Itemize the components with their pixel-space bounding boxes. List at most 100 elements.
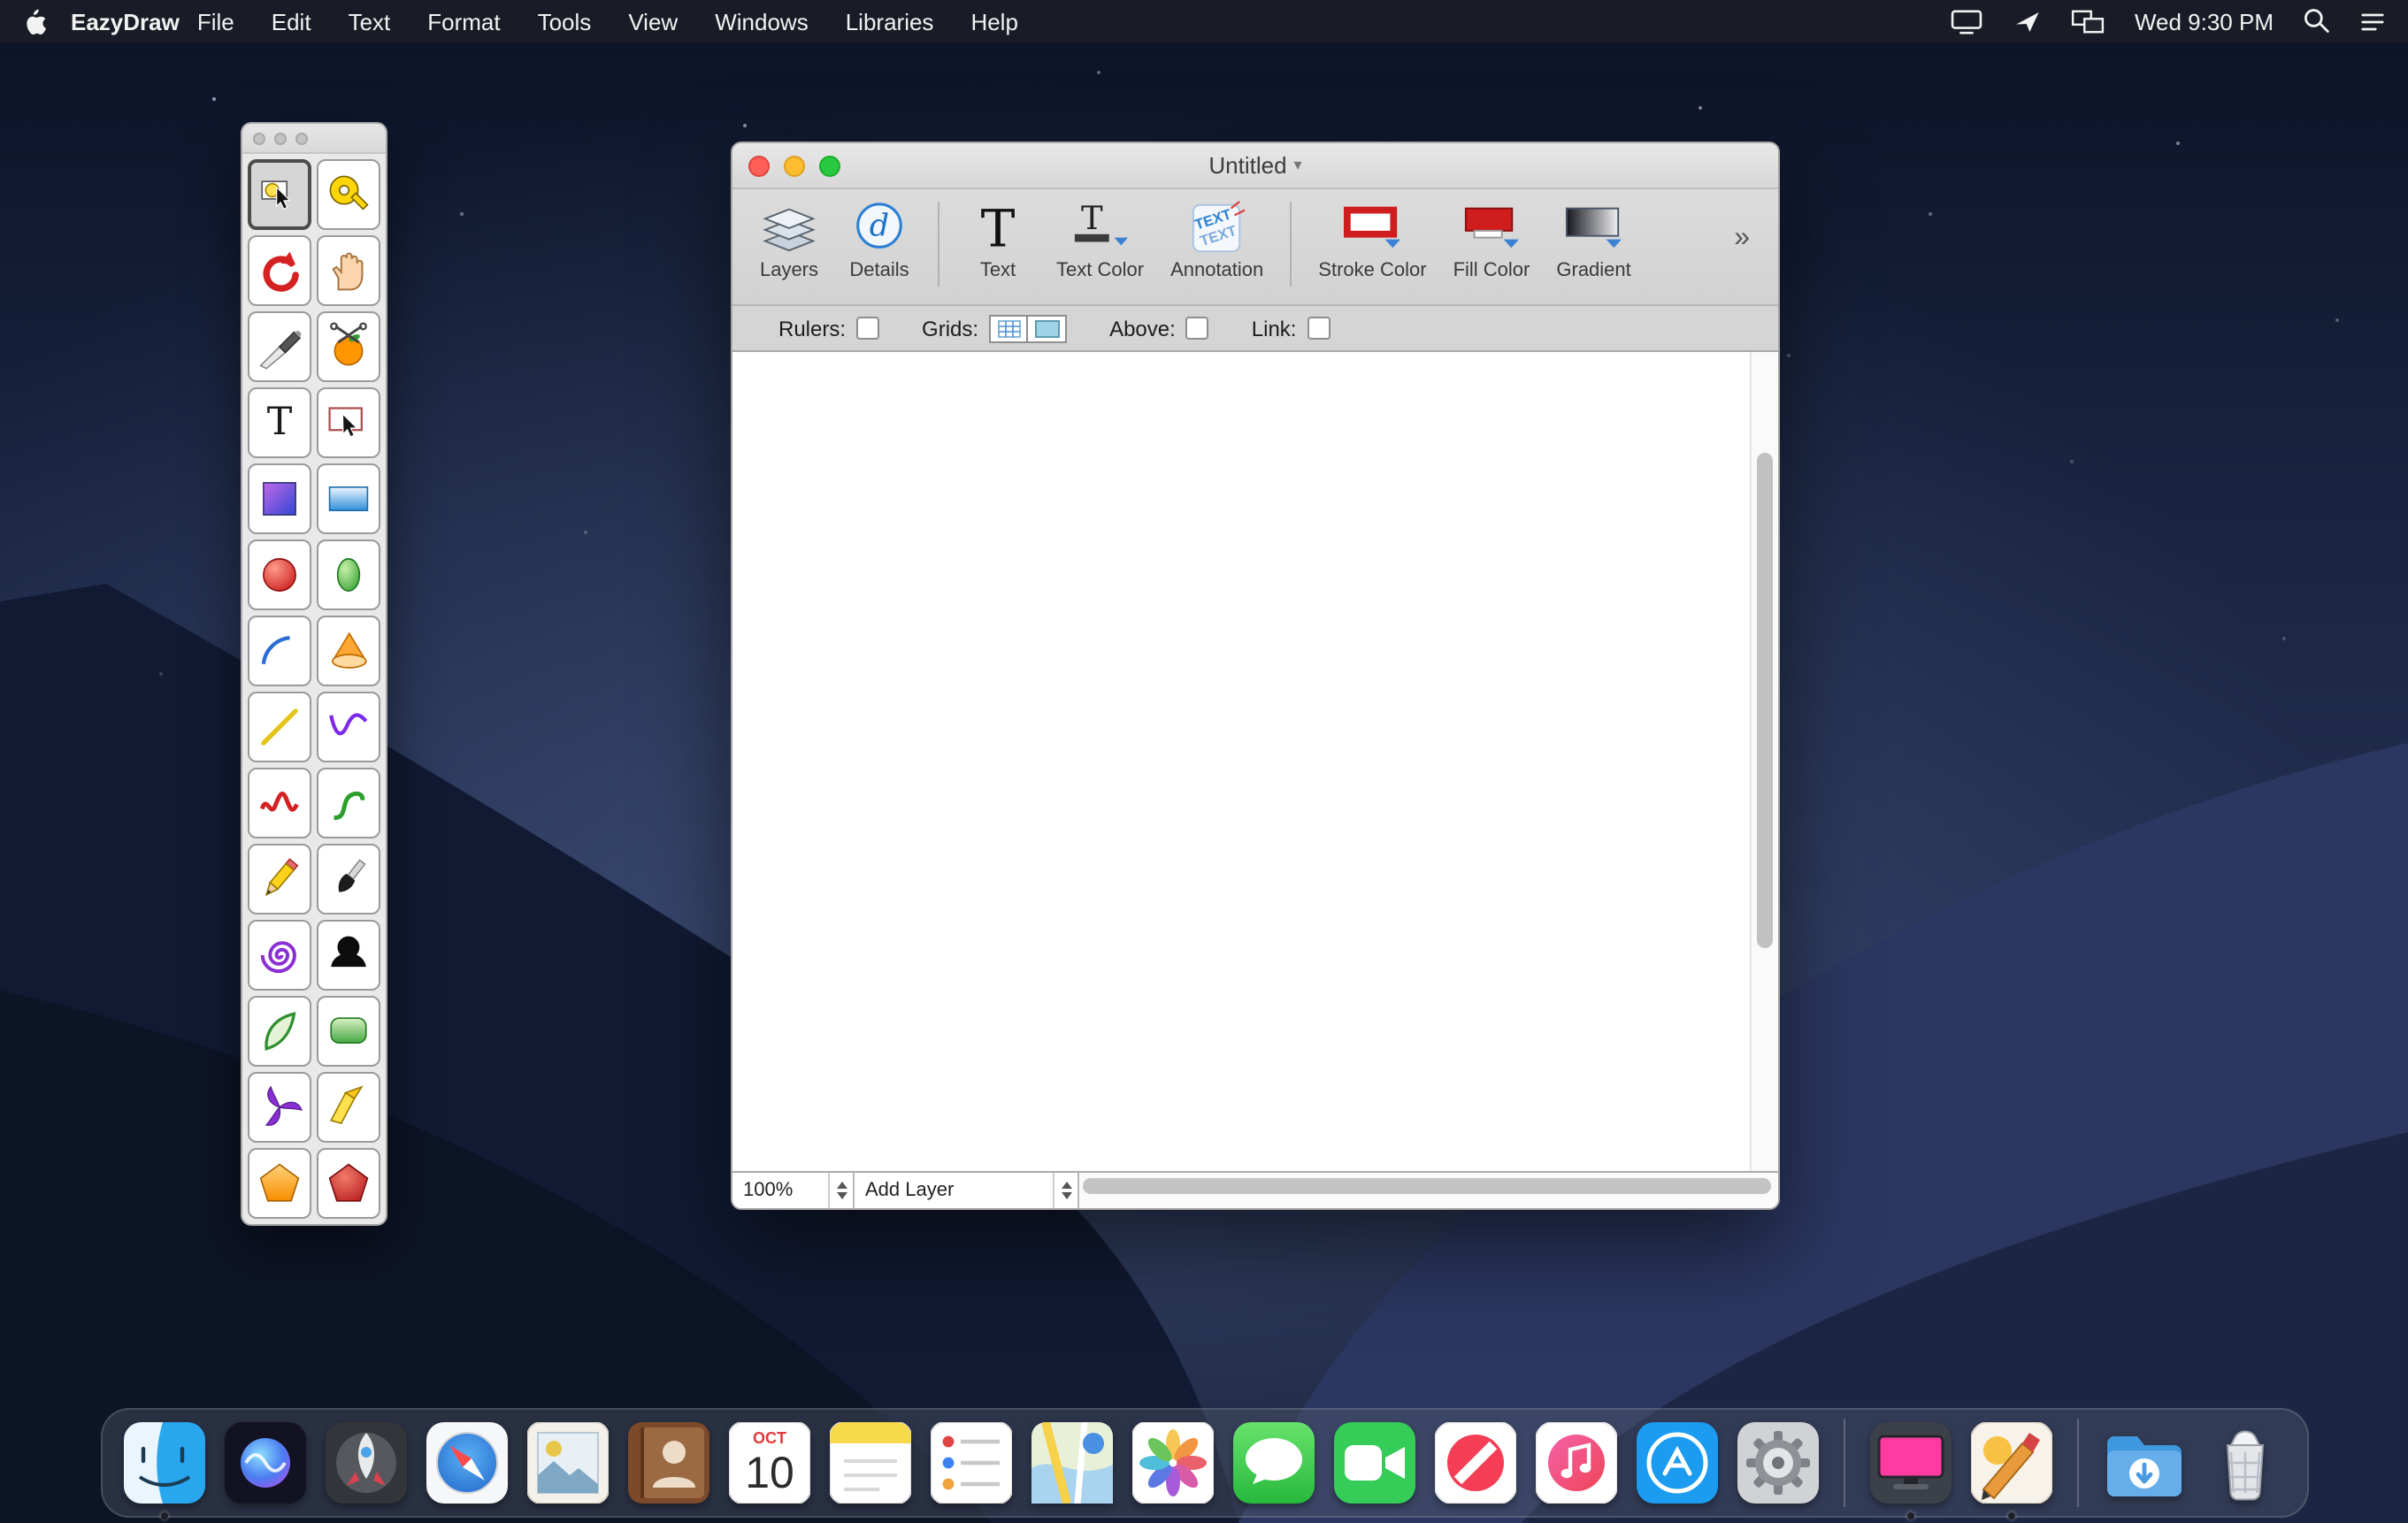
clock[interactable]: Wed 9:30 PM bbox=[2135, 8, 2274, 34]
leaf-tool[interactable] bbox=[248, 996, 311, 1067]
dock-siri[interactable] bbox=[224, 1422, 305, 1504]
toolbar-details[interactable]: dDetails bbox=[847, 198, 911, 281]
search-icon[interactable] bbox=[2302, 7, 2330, 35]
s-curve-tool[interactable] bbox=[317, 768, 380, 838]
dock-trash[interactable] bbox=[2204, 1422, 2285, 1504]
displays-icon[interactable] bbox=[2071, 8, 2106, 34]
rectangle-tool[interactable] bbox=[317, 463, 380, 534]
above-checkbox[interactable] bbox=[1186, 317, 1209, 340]
pentagon-tool[interactable] bbox=[248, 1148, 311, 1219]
dock-photos[interactable] bbox=[1131, 1422, 1213, 1504]
dock-eazydraw[interactable] bbox=[1970, 1422, 2051, 1504]
dock-contacts[interactable] bbox=[627, 1422, 709, 1504]
menu-text[interactable]: Text bbox=[349, 8, 391, 34]
pinwheel-tool[interactable] bbox=[248, 1072, 311, 1143]
menu-format[interactable]: Format bbox=[427, 8, 500, 34]
dock-news[interactable] bbox=[1434, 1422, 1515, 1504]
dock-launchpad[interactable] bbox=[325, 1422, 406, 1504]
gradient-rectangle-tool[interactable] bbox=[248, 463, 311, 534]
scale-tool[interactable] bbox=[317, 159, 380, 230]
text-tool[interactable]: T bbox=[248, 387, 311, 458]
crop-tool[interactable] bbox=[317, 311, 380, 382]
menu-tools[interactable]: Tools bbox=[538, 8, 592, 34]
arc-tool[interactable] bbox=[248, 616, 311, 686]
selection-tool[interactable] bbox=[248, 159, 311, 230]
pointer-icon[interactable] bbox=[2013, 8, 2043, 34]
toolbar-gradient[interactable]: Gradient bbox=[1556, 198, 1630, 281]
palette-close-button[interactable] bbox=[253, 132, 265, 144]
horizontal-scrollbar[interactable] bbox=[1079, 1173, 1778, 1208]
cone-tool[interactable] bbox=[317, 616, 380, 686]
menu-edit[interactable]: Edit bbox=[272, 8, 311, 34]
fold-arrow-tool[interactable] bbox=[317, 1072, 380, 1143]
stepper-arrows-icon[interactable] bbox=[828, 1173, 853, 1208]
toolbar-text[interactable]: TText bbox=[966, 198, 1030, 281]
squiggle-tool[interactable] bbox=[248, 768, 311, 838]
dock-reminders[interactable] bbox=[930, 1422, 1011, 1504]
add-layer-menu[interactable]: Add Layer bbox=[855, 1173, 1079, 1208]
vertical-scrollbar-thumb[interactable] bbox=[1757, 453, 1773, 948]
window-titlebar[interactable]: Untitled ▾ bbox=[732, 143, 1778, 189]
palette-titlebar[interactable] bbox=[242, 124, 386, 154]
brush-tool[interactable] bbox=[317, 844, 380, 915]
window-title-menu[interactable]: Untitled ▾ bbox=[1208, 152, 1301, 179]
dock-system-preferences[interactable] bbox=[1737, 1422, 1818, 1504]
knife-tool[interactable] bbox=[248, 311, 311, 382]
close-button[interactable] bbox=[748, 155, 770, 176]
toolbar-overflow-button[interactable]: » bbox=[1730, 223, 1753, 255]
rounded-rectangle-tool[interactable] bbox=[317, 996, 380, 1067]
line-tool[interactable] bbox=[248, 692, 311, 762]
dock-downloads[interactable] bbox=[2103, 1422, 2184, 1504]
dock-mail[interactable] bbox=[526, 1422, 608, 1504]
toolbar-annotation[interactable]: TEXTTEXTAnnotation bbox=[1170, 198, 1263, 281]
dock-messages[interactable] bbox=[1232, 1422, 1314, 1504]
dock-facetime[interactable] bbox=[1333, 1422, 1415, 1504]
minimize-button[interactable] bbox=[784, 155, 805, 176]
dock-notes[interactable] bbox=[829, 1422, 910, 1504]
toolbar-fill-color[interactable]: Fill Color bbox=[1453, 198, 1530, 281]
dock-calendar[interactable]: OCT10 bbox=[728, 1422, 809, 1504]
rotate-tool[interactable] bbox=[248, 235, 311, 306]
menu-file[interactable]: File bbox=[197, 8, 234, 34]
silhouette-tool[interactable] bbox=[317, 920, 380, 991]
menu-windows[interactable]: Windows bbox=[715, 8, 809, 34]
red-pentagon-tool[interactable] bbox=[317, 1148, 380, 1219]
rulers-checkbox[interactable] bbox=[856, 317, 879, 340]
dock-finder[interactable] bbox=[123, 1422, 204, 1504]
vertical-scrollbar[interactable] bbox=[1750, 352, 1778, 1171]
drawing-canvas[interactable] bbox=[732, 352, 1750, 1171]
menu-help[interactable]: Help bbox=[970, 8, 1018, 34]
ellipse-tool[interactable] bbox=[317, 540, 380, 610]
spiral-tool[interactable] bbox=[248, 920, 311, 991]
dock-itunes[interactable] bbox=[1535, 1422, 1616, 1504]
pan-hand-tool[interactable] bbox=[317, 235, 380, 306]
dock-app-store[interactable] bbox=[1636, 1422, 1717, 1504]
apple-menu[interactable] bbox=[21, 7, 46, 35]
menu-view[interactable]: View bbox=[628, 8, 678, 34]
pencil-tool[interactable] bbox=[248, 844, 311, 915]
system-preferences-icon bbox=[1737, 1422, 1818, 1504]
app-menu-title[interactable]: EazyDraw bbox=[71, 8, 180, 34]
window-status-bar: 100% Add Layer bbox=[732, 1171, 1778, 1208]
toolbar-stroke-color[interactable]: Stroke Color bbox=[1318, 198, 1426, 281]
grid-style-button[interactable] bbox=[989, 314, 1028, 342]
link-checkbox[interactable] bbox=[1308, 317, 1331, 340]
circle-tool[interactable] bbox=[248, 540, 311, 610]
menu-list-icon[interactable] bbox=[2358, 8, 2387, 34]
screen-mirroring-icon[interactable] bbox=[1951, 8, 1984, 34]
palette-zoom-button[interactable] bbox=[295, 132, 308, 144]
text-box-tool[interactable] bbox=[317, 387, 380, 458]
dock-pink-display-app[interactable] bbox=[1869, 1422, 1951, 1504]
grid-color-button[interactable] bbox=[1028, 314, 1067, 342]
zoom-button[interactable] bbox=[819, 155, 840, 176]
horizontal-scrollbar-thumb[interactable] bbox=[1083, 1178, 1771, 1194]
toolbar-text-color[interactable]: TText Color bbox=[1056, 198, 1144, 281]
stepper-arrows-icon[interactable] bbox=[1053, 1173, 1077, 1208]
dock-maps[interactable] bbox=[1031, 1422, 1112, 1504]
dock-safari[interactable] bbox=[426, 1422, 507, 1504]
toolbar-layers[interactable]: Layers bbox=[757, 198, 821, 281]
palette-minimize-button[interactable] bbox=[274, 132, 287, 144]
zoom-stepper[interactable]: 100% bbox=[732, 1173, 855, 1208]
curve-tool[interactable] bbox=[317, 692, 380, 762]
menu-libraries[interactable]: Libraries bbox=[846, 8, 934, 34]
